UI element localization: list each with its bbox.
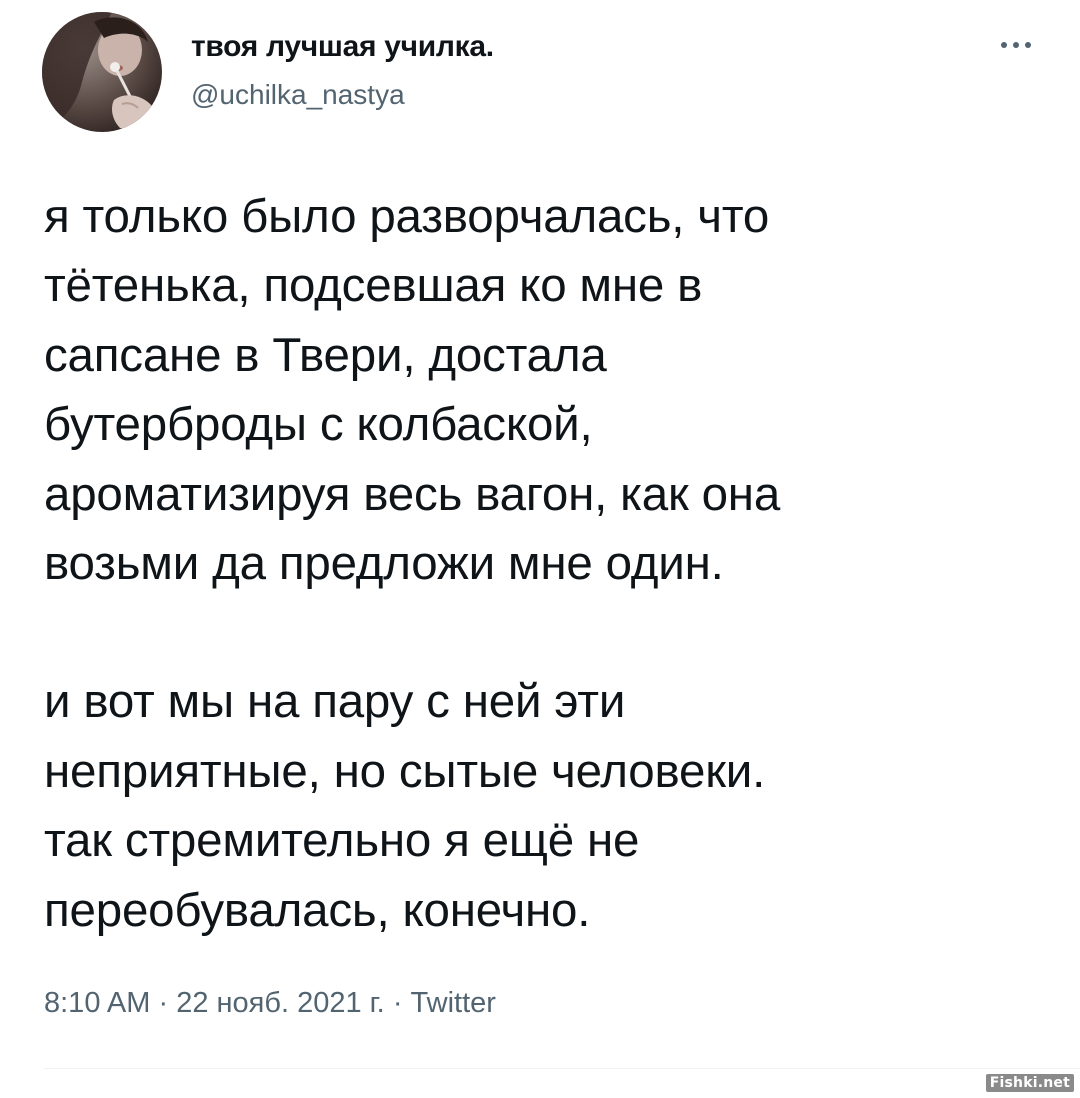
tweet-line: тётенька, подсевшая ко мне в bbox=[44, 259, 703, 313]
tweet-line: так стремительно я ещё не bbox=[44, 814, 640, 868]
tweet-metadata: 8:10 AM · 22 нояб. 2021 г. · Twitter bbox=[44, 983, 496, 1023]
watermark: Fishki.net bbox=[985, 1074, 1074, 1092]
meta-separator: · bbox=[158, 987, 177, 1019]
tweet-line: сапсане в Твери, достала bbox=[44, 328, 607, 382]
meta-separator: · bbox=[392, 987, 411, 1019]
tweet-line: бутерброды с колбаской, bbox=[44, 398, 593, 452]
tweet-line: возьми да предложи мне один. bbox=[44, 537, 724, 591]
display-name[interactable]: твоя лучшая училка. bbox=[191, 27, 494, 67]
tweet-line: переобувалась, конечно. bbox=[44, 883, 591, 937]
tweet-time[interactable]: 8:10 AM bbox=[44, 987, 150, 1019]
more-options-button[interactable] bbox=[992, 30, 1040, 60]
tweet-line: ароматизируя весь вагон, как она bbox=[44, 467, 781, 521]
tweet-date[interactable]: 22 нояб. 2021 г. bbox=[176, 987, 385, 1019]
username-handle[interactable]: @uchilka_nastya bbox=[191, 76, 405, 114]
avatar[interactable] bbox=[42, 12, 162, 132]
divider bbox=[44, 1068, 1080, 1069]
tweet-source[interactable]: Twitter bbox=[411, 987, 496, 1019]
tweet-text: я только было разворчалась, что тётенька… bbox=[44, 182, 1044, 945]
tweet-line: неприятные, но сытые человеки. bbox=[44, 744, 766, 798]
more-options-icon bbox=[1001, 42, 1031, 48]
tweet-line: и вот мы на пару с ней эти bbox=[44, 675, 626, 729]
avatar-photo bbox=[42, 12, 162, 132]
tweet-line: я только было разворчалась, что bbox=[44, 190, 770, 243]
